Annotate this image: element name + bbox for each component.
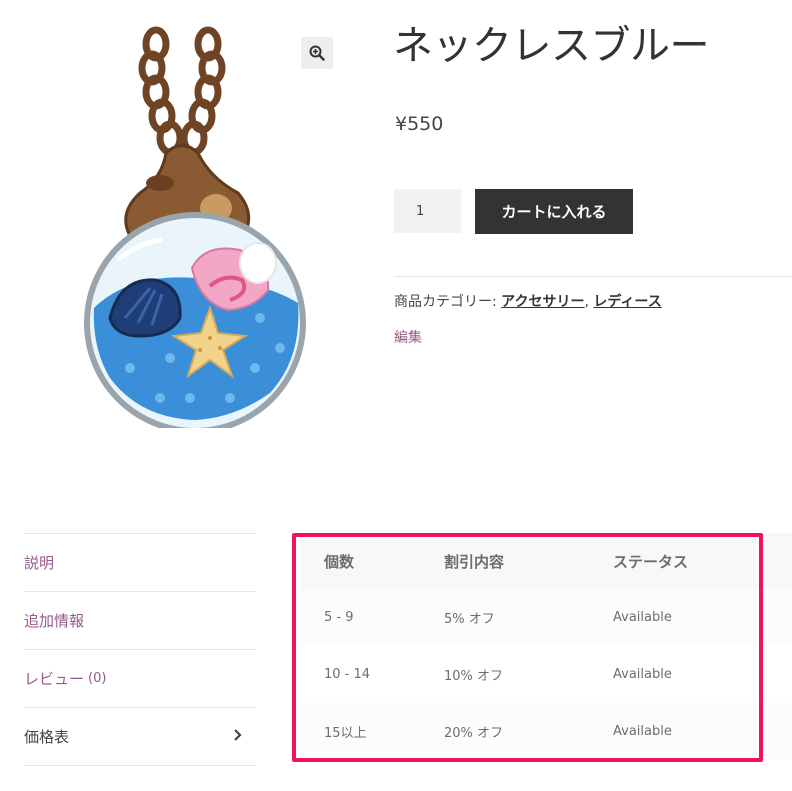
tab-description[interactable]: 説明 [24,534,256,591]
tab-label: 価格表 [24,728,70,746]
zoom-button[interactable] [301,37,333,69]
tab-additional-info[interactable]: 追加情報 [24,592,256,649]
add-to-cart-button[interactable]: カートに入れる [475,189,633,234]
zoom-in-icon [309,45,325,61]
chevron-right-icon [234,729,242,741]
divider [394,276,792,277]
product-image[interactable] [70,18,340,434]
tab-reviews[interactable]: レビュー (0) [24,650,256,707]
product-title: ネックレスブルー [393,23,710,69]
tab-label: レビュー [24,670,85,688]
category-link-accessories[interactable]: アクセサリー [501,294,584,310]
bottle-necklace-illustration [84,26,306,434]
tab-label: 説明 [24,554,55,572]
tab-price-table[interactable]: 価格表 [24,708,256,765]
product-categories: 商品カテゴリー: アクセサリー, レディース [394,292,662,312]
review-count: (0) [88,671,107,686]
tab-label: 追加情報 [24,612,85,630]
tab-divider [24,765,256,766]
category-label: 商品カテゴリー: [394,294,497,310]
edit-link[interactable]: 編集 [394,328,422,348]
quantity-input[interactable] [394,189,461,233]
category-link-ladies[interactable]: レディース [593,294,661,310]
category-separator: , [584,294,589,310]
product-price: ¥550 [395,113,444,135]
highlight-box [292,533,763,762]
